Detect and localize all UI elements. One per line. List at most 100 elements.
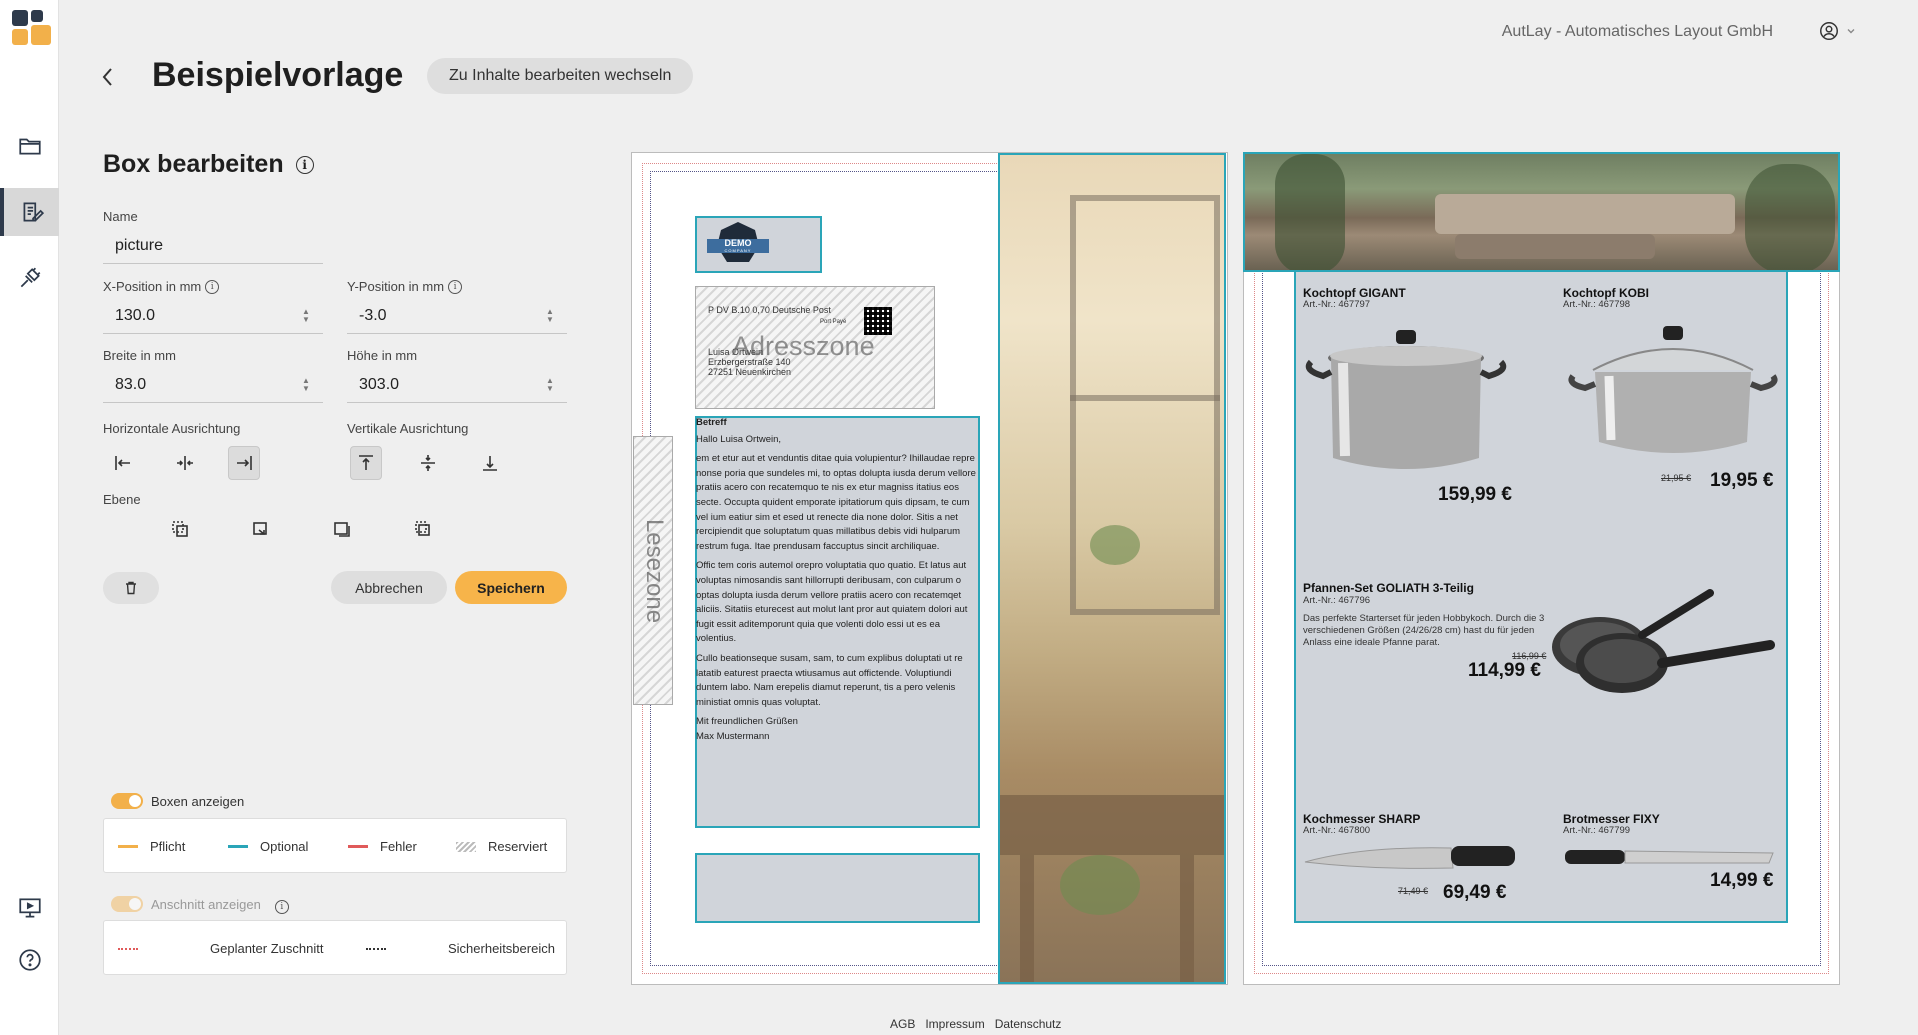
y-position-label-text: Y-Position in mm (347, 279, 445, 294)
plant-shape (1090, 525, 1140, 565)
stepper-icon[interactable]: ▲ ▼ (301, 308, 311, 324)
legend-pflicht: Pflicht (118, 839, 185, 854)
legend-swatch (118, 947, 138, 950)
bread-knife-icon (1565, 850, 1774, 864)
legend-fehler-text: Fehler (380, 839, 417, 854)
address-zone[interactable]: P DV B.10 0,70 Deutsche Post Port Payé L… (695, 286, 935, 409)
info-icon[interactable]: i (448, 279, 463, 294)
logo-box[interactable]: DEMO COMPANY (695, 216, 822, 273)
stepper-icon[interactable]: ▲ ▼ (545, 308, 555, 324)
table-leg (1020, 855, 1034, 982)
info-icon[interactable]: i (295, 155, 314, 174)
cancel-button[interactable]: Abbrechen (331, 571, 447, 604)
plant-shape (1745, 164, 1835, 270)
product-price: 159,99 € (1438, 484, 1512, 505)
presentation-nav-button[interactable] (0, 884, 59, 932)
footer-box[interactable] (695, 853, 980, 923)
sofa-shape (1455, 234, 1655, 259)
show-bleed-toggle[interactable] (111, 896, 143, 912)
postage-line: P DV B.10 0,70 Deutsche Post (708, 305, 831, 315)
width-value: 83.0 (115, 376, 147, 393)
info-icon[interactable]: i (274, 900, 289, 914)
panel-title: Box bearbeiten i (103, 150, 567, 179)
switch-to-content-button[interactable]: Zu Inhalte bearbeiten wechseln (427, 58, 694, 94)
template-edit-nav-button[interactable] (0, 188, 59, 236)
panel-title-text: Box bearbeiten (103, 150, 284, 178)
table-shape (1000, 795, 1224, 855)
product-art-nr: Art.-Nr.: 467800 (1303, 825, 1371, 836)
back-arrow-icon[interactable] (98, 66, 118, 88)
x-position-label: X-Position in mm i (103, 279, 220, 294)
letter-sender: Max Mustermann (696, 730, 770, 742)
layer-label: Ebene (103, 492, 141, 507)
legend-planned-cut: Geplanter Zuschnitt (118, 941, 323, 956)
show-boxes-toggle[interactable] (111, 793, 143, 809)
legend-safety-area: Sicherheitsbereich (366, 941, 555, 956)
edit-document-icon (23, 202, 44, 222)
footer-link-impressum[interactable]: Impressum (925, 1017, 984, 1031)
align-left-button[interactable] (107, 446, 139, 480)
align-right-button[interactable] (228, 446, 260, 480)
product-art-nr: Art.-Nr.: 467797 (1303, 299, 1371, 310)
letter-subject: Betreff (696, 417, 727, 428)
y-position-value: -3.0 (359, 307, 387, 324)
x-position-field[interactable]: 130.0 ▲ ▼ (103, 298, 323, 334)
send-backward-icon (334, 522, 350, 537)
align-center-h-button[interactable] (169, 446, 201, 480)
account-menu[interactable] (1818, 20, 1856, 42)
name-field[interactable]: picture (103, 228, 323, 264)
send-backward-button[interactable] (326, 512, 358, 546)
x-position-label-text: X-Position in mm (103, 279, 202, 294)
legend-planned-cut-text: Geplanter Zuschnitt (210, 941, 324, 956)
sidebar (0, 0, 59, 1035)
cooking-pot-glass-lid-icon (1568, 326, 1778, 453)
folder-icon (18, 138, 41, 155)
y-position-field[interactable]: -3.0 ▲ ▼ (347, 298, 567, 334)
width-label: Breite in mm (103, 348, 176, 363)
read-zone[interactable]: Lesezone (633, 436, 673, 705)
info-icon[interactable]: i (205, 279, 220, 294)
footer-link-agb[interactable]: AGB (890, 1017, 915, 1031)
product-price: 69,49 € (1443, 882, 1507, 903)
selected-picture-box[interactable] (998, 153, 1226, 984)
connect-nav-button[interactable] (0, 254, 59, 302)
app-logo[interactable] (12, 10, 51, 46)
sofa-picture-box[interactable] (1243, 152, 1840, 272)
align-middle-button[interactable] (412, 446, 444, 480)
trash-icon (126, 581, 136, 595)
delete-button[interactable] (103, 572, 159, 604)
y-position-label: Y-Position in mm i (347, 279, 463, 294)
align-left-icon (115, 456, 130, 470)
product-art-nr: Art.-Nr.: 467798 (1563, 299, 1631, 310)
address-zone-label: Adresszone (732, 331, 875, 361)
stepper-icon[interactable]: ▲ ▼ (545, 377, 555, 393)
align-top-button[interactable] (350, 446, 382, 480)
help-icon (18, 949, 41, 971)
footer-link-datenschutz[interactable]: Datenschutz (995, 1017, 1062, 1031)
product-name: Brotmesser FIXY (1563, 812, 1660, 826)
stepper-icon[interactable]: ▲ ▼ (301, 377, 311, 393)
help-nav-button[interactable] (0, 936, 59, 984)
align-top-icon (359, 455, 373, 470)
save-button[interactable]: Speichern (455, 571, 567, 604)
vertical-align-label: Vertikale Ausrichtung (347, 421, 469, 436)
show-bleed-label: Anschnitt anzeigen i (151, 897, 289, 914)
height-field[interactable]: 303.0 ▲ ▼ (347, 367, 567, 403)
bring-to-front-button[interactable] (164, 512, 196, 546)
bring-forward-button[interactable] (245, 512, 277, 546)
footer-links: AGB Impressum Datenschutz (890, 1017, 1061, 1031)
align-bottom-button[interactable] (474, 446, 506, 480)
product-old-price: 21,95 € (1661, 473, 1692, 483)
letter-paragraph: Offic tem coris autemol orepro voluptati… (696, 560, 968, 645)
width-field[interactable]: 83.0 ▲ ▼ (103, 367, 323, 403)
product-price: 14,99 € (1710, 870, 1774, 891)
align-center-vertical-icon (421, 455, 435, 471)
letter-text: Betreff Hallo Luisa Ortwein, em et etur … (696, 416, 980, 749)
frying-pan-icon (1552, 589, 1775, 693)
folder-nav-button[interactable] (0, 122, 59, 170)
send-to-back-button[interactable] (407, 512, 439, 546)
demo-logo-subtext: COMPANY (724, 248, 752, 253)
horizontal-align-label: Horizontale Ausrichtung (103, 421, 241, 436)
window-frame (1070, 395, 1220, 401)
show-boxes-label: Boxen anzeigen (151, 794, 245, 809)
